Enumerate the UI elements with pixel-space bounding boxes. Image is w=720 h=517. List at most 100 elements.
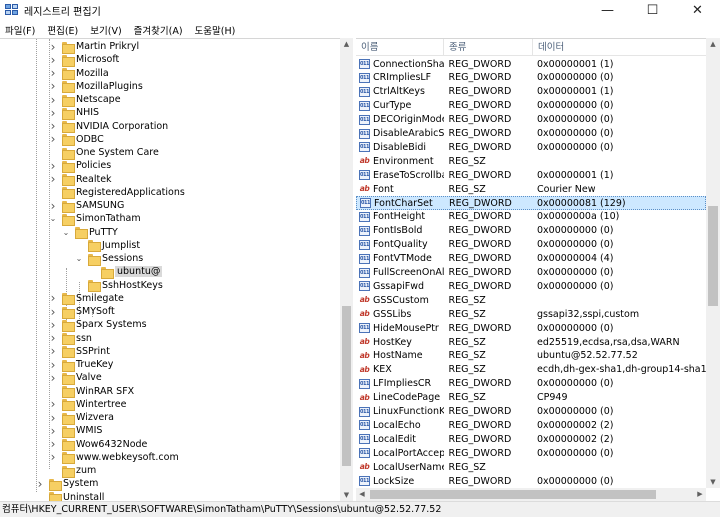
tree-item[interactable]: zum — [49, 464, 96, 478]
chevron-right-icon[interactable]: › — [49, 331, 57, 345]
tree-item[interactable]: Uninstall — [36, 491, 104, 501]
maximize-button[interactable]: ☐ — [630, 0, 675, 21]
value-row[interactable]: ab HostKey REG_SZ ed25519,ecdsa,rsa,dsa,WAR… — [356, 335, 706, 349]
value-row[interactable]: 011ConnectionSha... REG_DWORD 0x00000001 (… — [356, 57, 706, 71]
chevron-right-icon[interactable]: › — [49, 424, 57, 438]
tree-item[interactable]: › Mozilla — [49, 66, 109, 80]
menu-view[interactable]: 보기(V) — [85, 23, 126, 37]
chevron-right-icon[interactable]: › — [49, 291, 57, 305]
value-row[interactable]: 011 FontVTMode REG_DWORD 0x00000004 (4) — [356, 252, 706, 266]
chevron-right-icon[interactable]: › — [49, 450, 57, 464]
value-row[interactable]: 011 HideMousePtr REG_DWORD 0x00000000 (0) — [356, 321, 706, 335]
tree-item[interactable]: › TrueKey — [49, 358, 113, 372]
value-row[interactable]: 011 FontHeight REG_DWORD 0x0000000a (10) — [356, 210, 706, 224]
tree-item[interactable]: › Policies — [49, 159, 111, 173]
tree-item[interactable]: ⌄ Sessions — [75, 252, 143, 266]
chevron-right-icon[interactable]: › — [49, 411, 57, 425]
value-row[interactable]: 011 FontIsBold REG_DWORD 0x00000000 (0) — [356, 224, 706, 238]
scroll-left-arrow-icon[interactable]: ◀ — [356, 488, 368, 501]
minimize-button[interactable]: — — [585, 0, 630, 21]
value-row[interactable]: 011 CtrlAltKeys REG_DWORD 0x00000001 (1) — [356, 85, 706, 99]
tree-item[interactable]: › Martin Prikryl — [49, 40, 139, 54]
chevron-right-icon[interactable]: › — [49, 344, 57, 358]
menu-file[interactable]: 파일(F) — [0, 23, 40, 37]
value-row[interactable]: ab LocalUserName REG_SZ — [356, 460, 706, 474]
tree-item[interactable]: › Wintertree — [49, 397, 126, 412]
column-header-data[interactable]: 데이터 — [533, 39, 708, 56]
chevron-right-icon[interactable]: › — [36, 477, 44, 491]
tree-item[interactable]: › System — [36, 477, 98, 491]
chevron-right-icon[interactable]: › — [49, 305, 57, 319]
tree-item[interactable]: WinRAR SFX — [49, 385, 134, 398]
value-row[interactable]: 011 CRImpliesLF REG_DWORD 0x00000000 (0) — [356, 71, 706, 85]
chevron-right-icon[interactable]: › — [49, 106, 57, 120]
tree-item[interactable]: › Netscape — [49, 93, 121, 107]
tree-scroll-thumb[interactable] — [342, 306, 351, 466]
tree-item[interactable]: › SSPrint — [49, 344, 110, 359]
value-row[interactable]: 011 FontCharSet REG_DWORD 0x00000081 (129) — [356, 196, 706, 210]
value-row[interactable]: 011 DECOriginMode REG_DWORD 0x00000000 (0) — [356, 113, 706, 127]
tree-item[interactable]: › SAMSUNG — [49, 199, 124, 213]
value-row[interactable]: ab HostName REG_SZ ubuntu@52.52.77.52 — [356, 349, 706, 363]
tree-item[interactable]: › SMYSoft — [49, 305, 115, 319]
list-hscroll-thumb[interactable] — [370, 490, 656, 499]
chevron-right-icon[interactable]: › — [49, 40, 57, 54]
value-row[interactable]: ab GSSCustom REG_SZ — [356, 293, 706, 307]
value-row[interactable]: ab Environment REG_SZ — [356, 154, 706, 168]
value-row[interactable]: 011 LockSize REG_DWORD 0x00000000 (0) — [356, 474, 706, 488]
tree-vertical-scrollbar[interactable]: ▲ ▼ — [340, 38, 353, 501]
tree-item[interactable]: SshHostKeys — [75, 279, 163, 292]
value-row[interactable]: 011 LocalEcho REG_DWORD 0x00000002 (2) — [356, 418, 706, 432]
column-header-name[interactable]: 이름 — [356, 39, 444, 56]
tree-item[interactable]: › Smilegate — [49, 291, 124, 306]
close-button[interactable]: ✕ — [675, 0, 720, 21]
chevron-right-icon[interactable]: › — [49, 53, 57, 67]
list-vertical-scrollbar[interactable]: ▲ ▼ — [706, 38, 720, 488]
tree-item[interactable]: › NHIS — [49, 106, 99, 120]
registry-tree[interactable]: › Martin Prikryl › Microsoft › Mozilla › Mozill… — [0, 38, 353, 501]
menu-help[interactable]: 도움말(H) — [190, 23, 241, 37]
tree-item[interactable]: › Valve — [49, 371, 102, 385]
tree-item[interactable]: › Wow6432Node — [49, 437, 147, 451]
tree-item[interactable]: › MozillaPlugins — [49, 79, 143, 94]
chevron-right-icon[interactable]: › — [49, 132, 57, 146]
chevron-right-icon[interactable]: › — [49, 199, 57, 213]
chevron-right-icon[interactable]: › — [49, 397, 57, 411]
tree-item[interactable]: ⌄ SimonTatham — [49, 212, 141, 226]
chevron-right-icon[interactable]: › — [49, 437, 57, 451]
chevron-right-icon[interactable]: › — [49, 79, 57, 93]
tree-item[interactable]: ubuntu@ — [88, 265, 163, 279]
chevron-down-icon[interactable]: ⌄ — [75, 254, 83, 263]
value-row[interactable]: 011 CurType REG_DWORD 0x00000000 (0) — [356, 99, 706, 113]
list-horizontal-scrollbar[interactable]: ◀ ▶ — [356, 488, 706, 501]
chevron-right-icon[interactable]: › — [49, 318, 57, 332]
value-row[interactable]: ab Font REG_SZ Courier New — [356, 182, 706, 196]
value-row[interactable]: 011 DisableBidi REG_DWORD 0x00000000 (0) — [356, 140, 706, 154]
value-row[interactable]: 011 LFImpliesCR REG_DWORD 0x00000000 (0) — [356, 377, 706, 391]
scroll-down-arrow-icon[interactable]: ▼ — [706, 476, 720, 488]
menu-edit[interactable]: 편집(E) — [42, 23, 83, 37]
value-row[interactable]: ab KEX REG_SZ ecdh,dh-gex-sha1,dh-group14-s… — [356, 363, 706, 377]
tree-item[interactable]: › ODBC — [49, 132, 104, 147]
scroll-right-arrow-icon[interactable]: ▶ — [694, 488, 706, 501]
value-row[interactable]: ab GSSLibs REG_SZ gssapi32,sspi,custom — [356, 307, 706, 321]
tree-item[interactable]: › Wizvera — [49, 411, 114, 425]
chevron-down-icon[interactable]: ⌄ — [49, 214, 57, 223]
value-row[interactable]: ab LineCodePage REG_SZ CP949 — [356, 391, 706, 405]
tree-item[interactable]: › ssn — [49, 331, 92, 345]
value-row[interactable]: 011 LocalEdit REG_DWORD 0x00000002 (2) — [356, 432, 706, 446]
tree-item[interactable]: › Sparx Systems — [49, 318, 147, 332]
tree-item[interactable]: Jumplist — [75, 239, 140, 253]
value-row[interactable]: 011DisableArabicS... REG_DWORD 0x00000000 … — [356, 127, 706, 141]
chevron-right-icon[interactable]: › — [49, 371, 57, 385]
chevron-right-icon[interactable]: › — [49, 358, 57, 372]
scroll-up-arrow-icon[interactable]: ▲ — [340, 38, 353, 50]
tree-item[interactable]: RegisteredApplications — [49, 186, 185, 200]
tree-item[interactable]: One System Care — [49, 146, 159, 160]
value-row[interactable]: 011EraseToScrollba... REG_DWORD 0x00000001… — [356, 168, 706, 182]
column-header-type[interactable]: 종류 — [444, 39, 533, 56]
values-list[interactable]: 이름 종류 데이터 011ConnectionSha...REG_DWORD0x… — [356, 38, 720, 501]
value-row[interactable]: 011FullScreenOnAl... REG_DWORD 0x00000000 … — [356, 266, 706, 280]
tree-item[interactable]: › NVIDIA Corporation — [49, 119, 168, 133]
chevron-right-icon[interactable]: › — [49, 159, 57, 173]
